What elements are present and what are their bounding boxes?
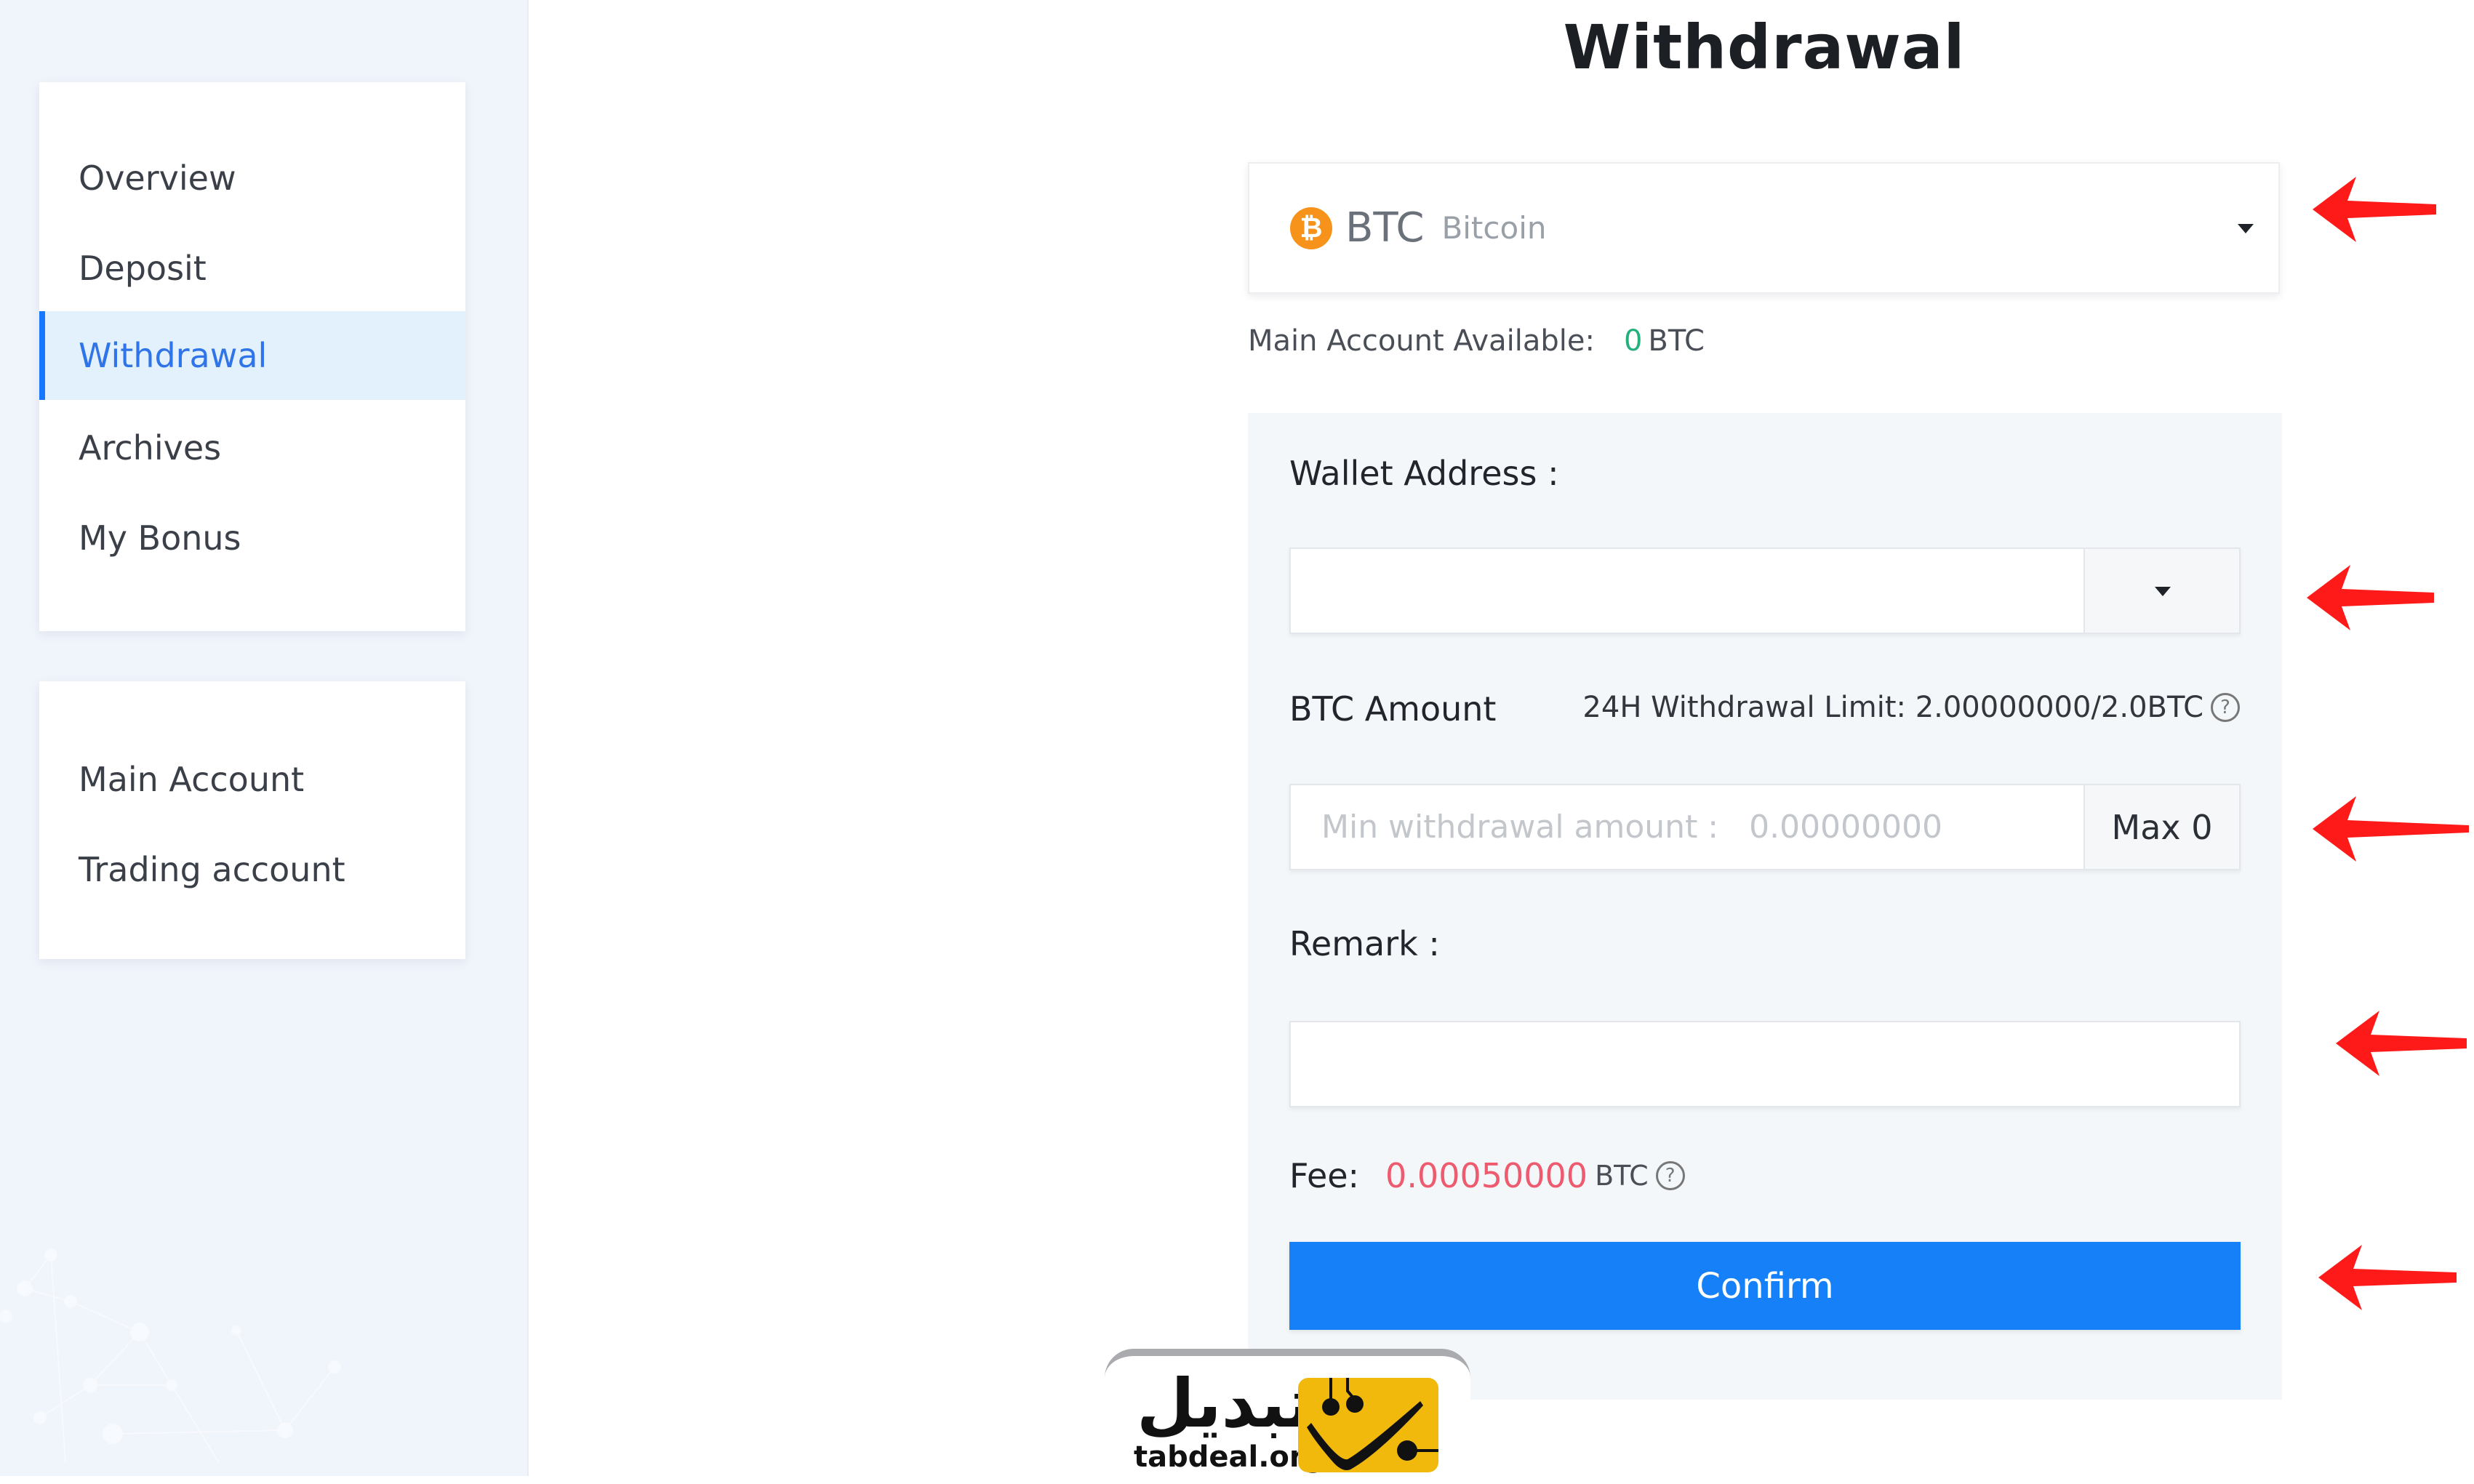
available-unit: BTC <box>1648 324 1705 358</box>
annotation-arrow-icon <box>2336 1011 2467 1076</box>
sidebar-item-label: My Bonus <box>79 518 241 558</box>
annotation-arrow-icon <box>2318 1245 2457 1310</box>
bitcoin-icon: ₿ <box>1290 206 1332 249</box>
sidebar-item-label: Trading account <box>79 850 345 889</box>
sidebar-accounts-card: Main Account Trading account <box>39 681 465 959</box>
sidebar-item-archives[interactable]: Archives <box>39 404 465 492</box>
chevron-down-icon <box>2238 224 2254 233</box>
wallet-address-dropdown-button[interactable] <box>2083 549 2239 633</box>
tabdeal-watermark-logo: تبدیل tabdeal.org <box>1105 1349 1470 1484</box>
sidebar-item-label: Archives <box>79 428 222 468</box>
btc-amount-label: BTC Amount <box>1289 689 1497 729</box>
help-icon[interactable]: ? <box>1655 1161 1685 1190</box>
fee-value: 0.00050000 <box>1385 1156 1588 1195</box>
sidebar-item-overview[interactable]: Overview <box>39 134 465 222</box>
wallet-address-label: Wallet Address : <box>1289 454 1559 493</box>
fee-unit: BTC <box>1595 1160 1649 1192</box>
sidebar-item-deposit[interactable]: Deposit <box>39 224 465 313</box>
wallet-address-group <box>1289 548 2241 634</box>
available-label: Main Account Available: <box>1248 324 1595 358</box>
sidebar-item-label: Deposit <box>79 249 207 288</box>
available-value: 0 <box>1623 324 1643 358</box>
btc-amount-input[interactable] <box>1291 785 2083 869</box>
remark-input[interactable] <box>1291 1022 2239 1106</box>
network-pattern-decoration <box>0 1248 341 1462</box>
coin-name: Bitcoin <box>1441 210 1547 246</box>
annotation-arrow-icon <box>2313 796 2469 862</box>
coin-select[interactable]: ₿ BTC Bitcoin <box>1248 162 2280 294</box>
fee-label: Fee: <box>1289 1156 1360 1195</box>
logo-text-en: tabdeal.org <box>1134 1440 1325 1474</box>
annotation-arrow-icon <box>2307 565 2434 630</box>
coin-symbol: BTC <box>1345 204 1425 252</box>
withdrawal-limit: 24H Withdrawal Limit: 2.00000000/2.0BTC … <box>1582 691 2240 724</box>
sidebar-item-main-account[interactable]: Main Account <box>39 735 465 824</box>
sidebar-nav-card: Overview Deposit Withdrawal Archives My … <box>39 82 465 631</box>
sidebar-item-label: Overview <box>79 159 236 198</box>
remark-label: Remark : <box>1289 924 1440 963</box>
page-title: Withdrawal <box>1563 12 1966 83</box>
help-icon[interactable]: ? <box>2211 693 2240 722</box>
sidebar-item-label: Main Account <box>79 760 305 799</box>
sidebar-item-my-bonus[interactable]: My Bonus <box>39 494 465 582</box>
logo-text-fa: تبدیل <box>1137 1365 1313 1443</box>
remark-group <box>1289 1021 2241 1107</box>
sidebar-item-trading-account[interactable]: Trading account <box>39 825 465 914</box>
annotation-arrow-icon <box>2313 177 2436 242</box>
max-button[interactable]: Max 0 <box>2083 785 2239 869</box>
btc-amount-group: Max 0 <box>1289 784 2241 870</box>
fee-row: Fee: 0.00050000 BTC ? <box>1289 1156 1685 1195</box>
tabdeal-logo-icon <box>1298 1378 1438 1472</box>
sidebar-item-label: Withdrawal <box>79 336 268 375</box>
main-account-available: Main Account Available: 0 BTC <box>1248 324 1705 358</box>
chevron-down-icon <box>2155 587 2171 596</box>
confirm-button[interactable]: Confirm <box>1289 1242 2241 1330</box>
withdrawal-limit-text: 24H Withdrawal Limit: 2.00000000/2.0BTC <box>1582 691 2203 724</box>
sidebar-item-withdrawal[interactable]: Withdrawal <box>39 311 465 400</box>
wallet-address-input[interactable] <box>1291 549 2083 633</box>
